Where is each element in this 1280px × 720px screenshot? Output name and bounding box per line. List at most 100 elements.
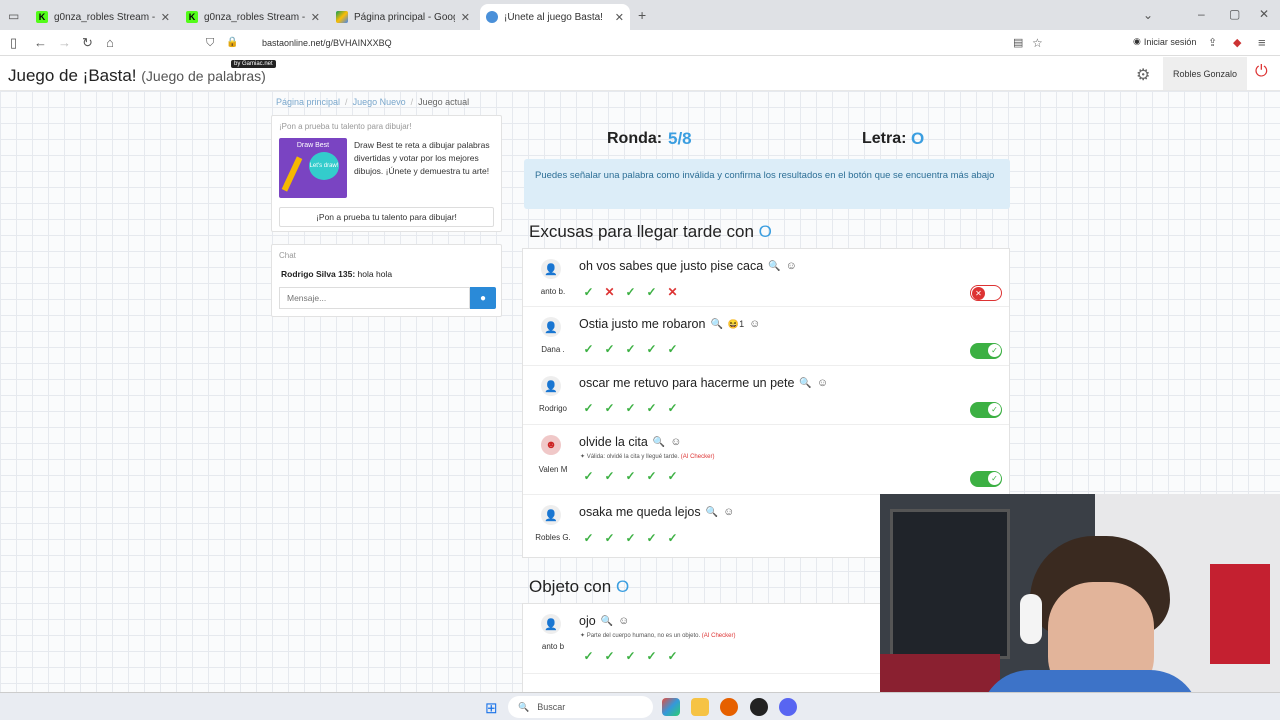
user-avatar-icon: 👤 (541, 317, 561, 337)
user-menu[interactable]: Robles Gonzalo (1163, 57, 1247, 90)
discord-icon[interactable] (779, 698, 797, 716)
vote-ok-icon: ✓ (667, 531, 678, 545)
add-reaction-icon[interactable]: ☺ (786, 260, 797, 272)
file-explorer-icon[interactable] (691, 698, 709, 716)
note-text: Válida: olvidé la cita y llegué tarde. (586, 454, 680, 460)
answer-text: olvide la cita (579, 435, 648, 449)
draw-best-image[interactable]: Draw Best Let's draw! (279, 138, 347, 198)
search-icon[interactable]: 🔍 (706, 507, 718, 518)
votes: ✓ ✓ ✓ ✓ ✓ (581, 401, 680, 416)
close-window-icon[interactable]: ✕ (1259, 7, 1269, 21)
bookmark-star-icon[interactable]: ☆ (1032, 35, 1043, 51)
tab-actions-icon[interactable]: ▭ (8, 9, 19, 23)
vote-ok-icon: ✓ (583, 469, 594, 483)
answer-row: 👤 anto b. oh vos sabes que justo pise ca… (523, 249, 1009, 307)
taskbar-search-label: Buscar (537, 702, 566, 712)
vote-ok-icon: ✓ (625, 469, 636, 483)
validity-toggle[interactable]: ✓ (970, 471, 1002, 487)
extensions-icon[interactable]: ⇪ (1208, 35, 1217, 51)
chat-input[interactable] (279, 287, 470, 309)
browser-tab-4[interactable]: ¡Únete al juego Basta! ✕ (480, 4, 630, 30)
windows-start-icon[interactable]: ⊞ (485, 699, 498, 717)
search-icon[interactable]: 🔍 (601, 616, 613, 627)
logout-power-icon[interactable]: ⏻ (1255, 63, 1268, 81)
votes: ✓ ✓ ✓ ✓ ✓ (581, 531, 680, 546)
send-message-button[interactable]: ● (470, 287, 496, 309)
answer-text: Ostia justo me robaron (579, 317, 706, 331)
add-reaction-icon[interactable]: ☺ (618, 615, 629, 627)
new-tab-icon[interactable]: + (638, 7, 646, 23)
forward-icon[interactable]: → (58, 35, 71, 51)
maximize-icon[interactable]: ▢ (1229, 7, 1240, 21)
vote-ok-icon: ✓ (625, 342, 636, 356)
copilot-icon[interactable] (662, 698, 680, 716)
firefox-icon[interactable] (720, 698, 738, 716)
chat-bubble-icon: ● (479, 292, 487, 304)
validity-toggle[interactable]: ✓ (970, 402, 1002, 418)
pencil-icon (281, 156, 303, 192)
answer-word: Ostia justo me robaron 🔍 😆1 ☺ (579, 317, 760, 331)
tab-title: ¡Únete al juego Basta! (504, 11, 603, 23)
vote-ok-icon: ✓ (583, 401, 594, 415)
answer-word: olvide la cita 🔍 ☺ (579, 435, 681, 449)
url-bar[interactable]: bastaonline.net/g/BVHAINXXBQ (262, 38, 392, 48)
add-reaction-icon[interactable]: ☺ (749, 318, 760, 330)
google-drive-icon (336, 11, 348, 23)
menu-icon[interactable]: ≡ (1258, 35, 1266, 51)
signin-button[interactable]: ◉ Iniciar sesión (1133, 36, 1196, 47)
promo-button[interactable]: ¡Pon a prueba tu talento para dibujar! (279, 207, 494, 227)
user-avatar-icon: 👤 (541, 259, 561, 279)
reaction-badge[interactable]: 😆1 (728, 319, 744, 330)
gamiac-badge[interactable]: by Gamiac.net (231, 60, 276, 68)
taskbar-search[interactable]: 🔍 Buscar (508, 696, 653, 718)
lock-icon[interactable]: 🔒 (226, 35, 238, 51)
browser-tab-bar: ▭ K g0nza_robles Stream - Watch Li ✕ K g… (0, 0, 1280, 30)
category-letter: O (758, 222, 772, 241)
browser-tab-3[interactable]: Página principal - Google Drive ✕ (330, 4, 476, 30)
add-reaction-icon[interactable]: ☺ (723, 506, 734, 518)
search-icon[interactable]: 🔍 (653, 437, 665, 448)
breadcrumb-current: Juego actual (418, 97, 470, 107)
answer-text: oh vos sabes que justo pise caca (579, 259, 764, 273)
answer-row: ☻ Valen M olvide la cita 🔍 ☺ ✦ Válida: olv… (523, 425, 1009, 495)
back-icon[interactable]: ← (34, 35, 47, 51)
close-tab-icon[interactable]: ✕ (161, 11, 170, 24)
add-reaction-icon[interactable]: ☺ (817, 377, 828, 389)
search-icon[interactable]: 🔍 (768, 261, 780, 272)
webcam-flag (1210, 564, 1270, 664)
browser-tab-1[interactable]: K g0nza_robles Stream - Watch Li ✕ (30, 4, 176, 30)
user-avatar-icon: 👤 (541, 505, 561, 525)
reload-icon[interactable]: ↻ (82, 35, 93, 51)
close-tab-icon[interactable]: ✕ (311, 11, 320, 24)
browser-tab-2[interactable]: K g0nza_robles Stream - Watch Li ✕ (180, 4, 326, 30)
close-tab-icon[interactable]: ✕ (461, 11, 470, 24)
home-icon[interactable]: ⌂ (106, 35, 114, 51)
close-tab-icon[interactable]: ✕ (615, 11, 624, 24)
extension-icon[interactable]: ◆ (1233, 35, 1241, 51)
search-icon[interactable]: 🔍 (710, 319, 722, 330)
tab-list-icon[interactable]: ⌄ (1143, 8, 1153, 22)
shield-icon[interactable]: ⛉ (206, 35, 214, 51)
sidebar-toggle-icon[interactable]: ▯ (10, 35, 17, 51)
player-name: Robles G. (535, 533, 571, 542)
tab-title: g0nza_robles Stream - Watch Li (54, 11, 155, 23)
breadcrumb-separator: / (410, 97, 414, 107)
site-header: Juego de ¡Basta! (Juego de palabras) by … (0, 57, 1280, 91)
minimize-icon[interactable]: – (1198, 7, 1205, 21)
breadcrumb-new-game[interactable]: Juego Nuevo (353, 97, 406, 107)
reader-view-icon[interactable]: ▤ (1013, 35, 1023, 51)
vote-ok-icon: ✓ (625, 285, 636, 299)
validity-toggle[interactable]: ✕ (970, 285, 1002, 301)
validity-toggle[interactable]: ✓ (970, 343, 1002, 359)
search-icon[interactable]: 🔍 (799, 378, 811, 389)
obs-icon[interactable] (750, 698, 768, 716)
chat-message-text: hola hola (357, 269, 393, 279)
category-title: Objeto con O (529, 577, 629, 597)
ai-checker-note: ✦ Parte del cuerpo humano, no es un obje… (580, 633, 736, 639)
headphones-icon (1020, 594, 1042, 644)
settings-gear-icon[interactable]: ⚙ (1136, 65, 1150, 85)
ai-checker-tag: (AI Checker) (680, 454, 715, 460)
add-reaction-icon[interactable]: ☺ (670, 436, 681, 448)
site-title[interactable]: Juego de ¡Basta! (Juego de palabras) (8, 66, 266, 86)
breadcrumb-home[interactable]: Página principal (276, 97, 340, 107)
